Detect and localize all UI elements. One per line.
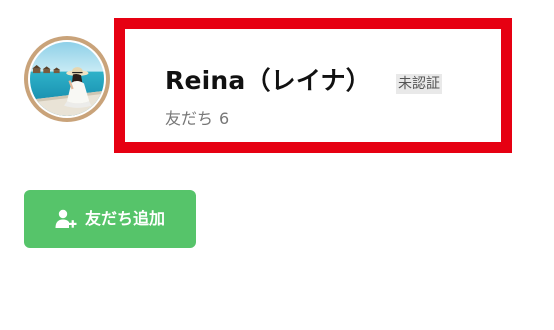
avatar-photo [28,40,106,118]
avatar[interactable] [24,36,110,122]
add-friend-label: 友だち追加 [84,209,165,228]
add-friend-button[interactable]: 友だち追加 [24,190,196,248]
verification-badge: 未認証 [395,74,442,94]
profile-name: Reina（レイナ） [165,66,371,95]
profile-name-row: Reina（レイナ） 未認証 [165,66,442,96]
profile-page: Reina（レイナ） 未認証 友だち 6 友だち追加 [0,0,554,330]
friends-label: 友だち [165,109,214,128]
friends-count: 友だち 6 [165,109,229,129]
avatar-image [30,42,104,116]
profile-header-highlight: Reina（レイナ） 未認証 友だち 6 [114,18,512,153]
person-plus-icon [55,209,77,229]
friends-count-value: 6 [219,109,230,128]
